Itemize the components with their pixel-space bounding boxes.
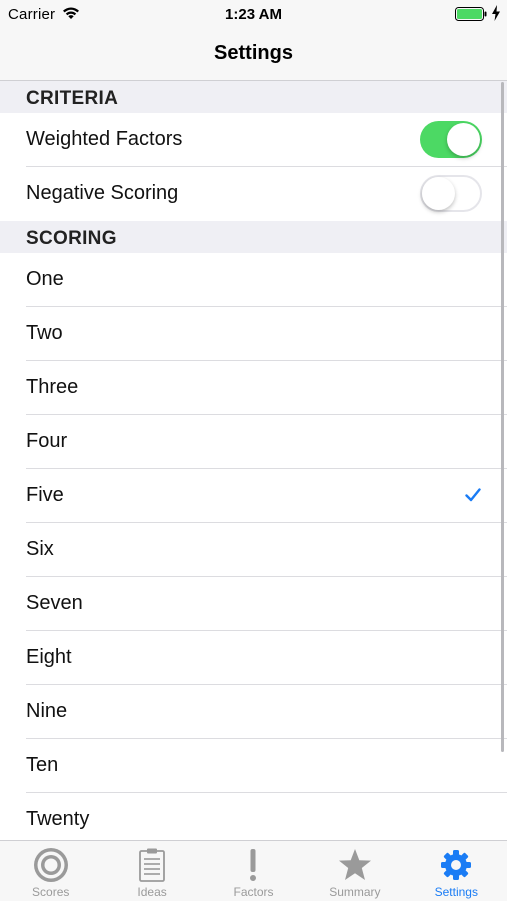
row-label: Nine [26, 700, 68, 722]
row-weighted-factors: Weighted Factors [0, 113, 507, 167]
scoring-options-list: One Two Three Four Five Six Seven Eight Nine Ten T… [0, 253, 507, 840]
tab-bar: Scores Ideas Factors Summary Settings [0, 840, 507, 901]
row-label: Three [26, 376, 79, 398]
scoring-option-two[interactable]: Two [0, 307, 507, 361]
negative-scoring-toggle[interactable] [420, 175, 482, 212]
row-label: One [26, 268, 64, 290]
navigation-bar: Settings [0, 28, 507, 81]
tab-scores[interactable]: Scores [0, 841, 101, 901]
scoring-option-nine[interactable]: Nine [0, 685, 507, 739]
scoring-option-five[interactable]: Five [0, 469, 507, 523]
row-label: Eight [26, 646, 72, 668]
row-label: Twenty [26, 808, 90, 830]
weighted-factors-toggle[interactable] [420, 121, 482, 158]
settings-list[interactable]: CRITERIA Weighted Factors Negative Scori… [0, 81, 507, 840]
section-header-scoring: SCORING [0, 221, 507, 253]
row-label: Five [26, 484, 64, 506]
tab-label: Summary [329, 885, 381, 899]
target-icon [33, 848, 68, 882]
toggle-knob [447, 123, 480, 156]
page-title: Settings [214, 42, 293, 64]
row-label: Four [26, 430, 68, 452]
checkmark-icon [465, 488, 481, 502]
row-label: Six [26, 538, 54, 560]
section-header-criteria: CRITERIA [0, 81, 507, 113]
gear-icon [441, 850, 472, 880]
scoring-option-seven[interactable]: Seven [0, 577, 507, 631]
scoring-option-three[interactable]: Three [0, 361, 507, 415]
scoring-option-six[interactable]: Six [0, 523, 507, 577]
section-header-label: CRITERIA [26, 88, 119, 109]
charging-bolt-icon [492, 5, 500, 21]
toggle-knob [422, 177, 455, 210]
tab-settings[interactable]: Settings [406, 841, 507, 901]
tab-ideas[interactable]: Ideas [101, 841, 202, 901]
battery-icon [455, 7, 487, 21]
row-label: Seven [26, 592, 83, 614]
scoring-option-twenty[interactable]: Twenty [0, 793, 507, 840]
scoring-option-four[interactable]: Four [0, 415, 507, 469]
row-label: Two [26, 322, 63, 344]
tab-label: Settings [434, 885, 478, 899]
scoring-option-one[interactable]: One [0, 253, 507, 307]
clipboard-icon [139, 848, 165, 882]
exclamation-icon [250, 849, 257, 881]
row-label: Ten [26, 754, 59, 776]
status-time: 1:23 AM [225, 6, 282, 23]
section-header-label: SCORING [26, 228, 117, 249]
scoring-option-ten[interactable]: Ten [0, 739, 507, 793]
scoring-option-eight[interactable]: Eight [0, 631, 507, 685]
tab-summary[interactable]: Summary [304, 841, 405, 901]
star-icon [338, 849, 371, 880]
row-negative-scoring: Negative Scoring [0, 167, 507, 221]
scroll-indicator[interactable] [501, 82, 504, 752]
row-label: Negative Scoring [26, 182, 179, 204]
tab-label: Scores [32, 885, 70, 899]
row-label: Weighted Factors [26, 128, 183, 150]
tab-factors[interactable]: Factors [203, 841, 304, 901]
status-bar: Carrier 1:23 AM [0, 0, 507, 28]
tab-label: Ideas [137, 885, 167, 899]
tab-label: Factors [233, 885, 274, 899]
